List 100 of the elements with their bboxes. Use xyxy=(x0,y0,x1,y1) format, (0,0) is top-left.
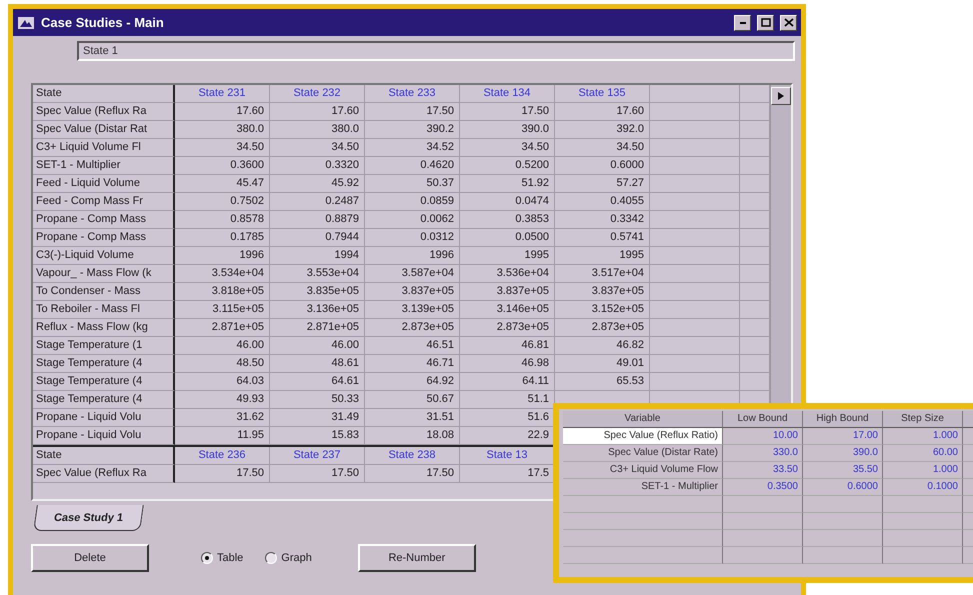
scroll-right-button[interactable] xyxy=(771,87,791,105)
column-header[interactable]: Low Bound xyxy=(723,411,803,428)
table-cell: 0.0859 xyxy=(365,193,460,211)
variable-name[interactable]: Spec Value (Reflux Ratio) xyxy=(563,428,723,445)
maximize-button[interactable] xyxy=(757,14,774,30)
table-cell: 17.50 xyxy=(460,103,555,121)
table-cell: 3.139e+05 xyxy=(365,301,460,319)
table-cell: 50.67 xyxy=(365,391,460,409)
table-cell: 46.82 xyxy=(555,337,650,355)
table-cell: 46.00 xyxy=(270,337,365,355)
table-cell: 51.92 xyxy=(460,175,555,193)
table-cell: 3.152e+05 xyxy=(555,301,650,319)
table-cell: 2.873e+05 xyxy=(555,319,650,337)
table-cell: 49.01 xyxy=(555,355,650,373)
column-header[interactable]: State 236 xyxy=(175,447,270,465)
radio-button[interactable]: Graph xyxy=(265,552,312,564)
column-header[interactable]: State 237 xyxy=(270,447,365,465)
column-header[interactable]: State 238 xyxy=(365,447,460,465)
table-cell: 3.136e+05 xyxy=(270,301,365,319)
table-cell: 34.50 xyxy=(460,139,555,157)
table-cell: 0.7944 xyxy=(270,229,365,247)
table-cell: 31.49 xyxy=(270,409,365,427)
tab[interactable]: Case Study 1 xyxy=(33,505,144,531)
renumber-button[interactable]: Re-Number xyxy=(358,544,476,572)
table-cell: 330.0 xyxy=(723,445,803,462)
table-cell: 0.4055 xyxy=(555,193,650,211)
minimize-icon xyxy=(740,22,746,24)
table-cell: 34.52 xyxy=(365,139,460,157)
row-label: Reflux - Mass Flow (kg xyxy=(33,319,175,337)
column-header[interactable]: Variable xyxy=(563,411,723,428)
row-label: Spec Value (Reflux Ra xyxy=(33,465,175,483)
table-cell: 17.60 xyxy=(270,103,365,121)
column-header[interactable]: State 233 xyxy=(365,85,460,103)
table-cell: 390.2 xyxy=(365,121,460,139)
variable-name[interactable]: C3+ Liquid Volume Flow xyxy=(563,462,723,479)
table-cell: 3.837e+05 xyxy=(460,283,555,301)
table-cell: 15.83 xyxy=(270,427,365,445)
radio-dot[interactable] xyxy=(201,552,213,564)
row-header: State xyxy=(33,85,175,103)
table-cell: 390.0 xyxy=(803,445,883,462)
table-cell: 33.50 xyxy=(723,462,803,479)
table-cell: 0.4620 xyxy=(365,157,460,175)
table-cell: 46.98 xyxy=(460,355,555,373)
column-header[interactable]: Step Size xyxy=(883,411,963,428)
table-cell: 3.146e+05 xyxy=(460,301,555,319)
table-cell: 11.95 xyxy=(175,427,270,445)
column-header[interactable]: State 232 xyxy=(270,85,365,103)
table-cell: 1995 xyxy=(555,247,650,265)
table-cell: 2.873e+05 xyxy=(460,319,555,337)
table-cell: 46.00 xyxy=(175,337,270,355)
window-title: Case Studies - Main xyxy=(41,15,164,30)
table-cell: 34.50 xyxy=(175,139,270,157)
table-cell: 57.27 xyxy=(555,175,650,193)
table-cell: 0.3853 xyxy=(460,211,555,229)
table-cell: 0.0312 xyxy=(365,229,460,247)
variable-name[interactable]: SET-1 - Multiplier xyxy=(563,479,723,496)
table-cell: 17.50 xyxy=(365,465,460,483)
table-cell: 46.81 xyxy=(460,337,555,355)
column-header[interactable]: High Bound xyxy=(803,411,883,428)
radio-button[interactable]: Table xyxy=(201,552,244,564)
table-cell: 31.51 xyxy=(365,409,460,427)
table-cell: 46.51 xyxy=(365,337,460,355)
table-cell: 3.837e+05 xyxy=(555,283,650,301)
table-cell: 49.93 xyxy=(175,391,270,409)
row-label: Feed - Comp Mass Fr xyxy=(33,193,175,211)
table-cell: 34.50 xyxy=(270,139,365,157)
table-cell: 0.2487 xyxy=(270,193,365,211)
table-cell: 390.0 xyxy=(460,121,555,139)
table-cell: 45.92 xyxy=(270,175,365,193)
table-cell: 1.000 xyxy=(883,462,963,479)
table-cell: 64.92 xyxy=(365,373,460,391)
table-cell: 380.0 xyxy=(270,121,365,139)
table-cell: 3.835e+05 xyxy=(270,283,365,301)
table-cell: 60.00 xyxy=(883,445,963,462)
table-cell: 2.873e+05 xyxy=(365,319,460,337)
table-cell: 64.61 xyxy=(270,373,365,391)
table-cell: 65.53 xyxy=(555,373,650,391)
column-header[interactable]: State 231 xyxy=(175,85,270,103)
radio-dot[interactable] xyxy=(265,552,278,564)
variable-name[interactable]: Spec Value (Distar Rate) xyxy=(563,445,723,462)
close-icon xyxy=(784,18,794,27)
delete-button[interactable]: Delete xyxy=(31,544,149,572)
table-cell: 0.5200 xyxy=(460,157,555,175)
table-cell: 0.1785 xyxy=(175,229,270,247)
row-label: Propane - Liquid Volu xyxy=(33,427,175,445)
minimize-button[interactable] xyxy=(734,14,751,30)
table-cell: 0.3320 xyxy=(270,157,365,175)
state-field[interactable]: State 1 xyxy=(77,41,795,61)
arrow-right-icon xyxy=(778,92,784,100)
column-header[interactable]: State 135 xyxy=(555,85,650,103)
maximize-icon xyxy=(760,18,770,27)
row-label: To Condenser - Mass xyxy=(33,283,175,301)
table-cell: 35.50 xyxy=(803,462,883,479)
close-button[interactable] xyxy=(780,14,797,30)
table-cell: 0.0062 xyxy=(365,211,460,229)
row-label: Spec Value (Reflux Ra xyxy=(33,103,175,121)
table-cell: 17.50 xyxy=(365,103,460,121)
row-label: Spec Value (Distar Rat xyxy=(33,121,175,139)
table-cell: 0.3342 xyxy=(555,211,650,229)
column-header[interactable]: State 134 xyxy=(460,85,555,103)
